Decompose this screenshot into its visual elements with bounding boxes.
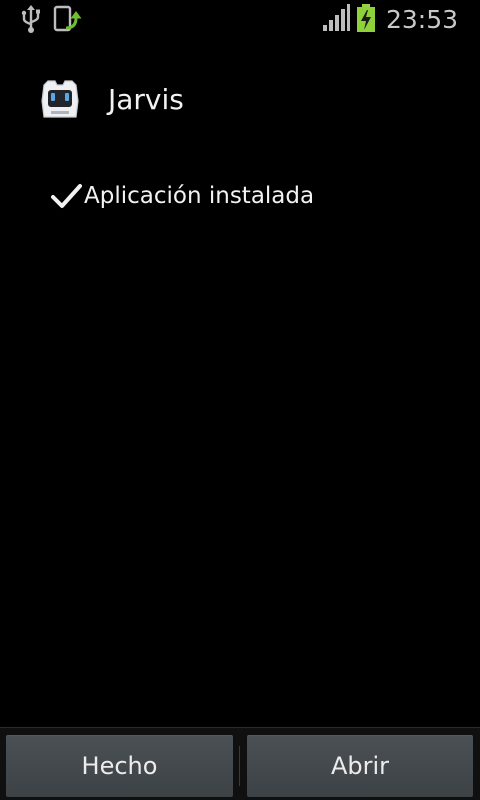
done-button[interactable]: Hecho — [6, 735, 233, 797]
system-icons: 23:53 — [322, 3, 458, 37]
install-complete-screen: 23:53 Jarvis Aplicación instalada Hecho — [0, 0, 480, 800]
app-header: Jarvis — [0, 72, 480, 128]
button-divider — [239, 746, 240, 786]
battery-charging-icon — [356, 3, 376, 37]
app-robot-icon — [38, 77, 82, 121]
app-name: Jarvis — [108, 83, 184, 116]
open-button[interactable]: Abrir — [247, 735, 473, 797]
status-bar: 23:53 — [0, 0, 480, 38]
status-clock: 23:53 — [385, 5, 458, 34]
usb-icon — [20, 4, 42, 38]
signal-icon — [322, 3, 350, 37]
notification-icons — [20, 4, 82, 38]
install-message: Aplicación instalada — [84, 183, 315, 209]
check-icon — [50, 180, 82, 212]
screen-upload-icon — [52, 4, 82, 38]
action-bar: Hecho Abrir — [0, 727, 480, 800]
install-status: Aplicación instalada — [50, 178, 314, 214]
